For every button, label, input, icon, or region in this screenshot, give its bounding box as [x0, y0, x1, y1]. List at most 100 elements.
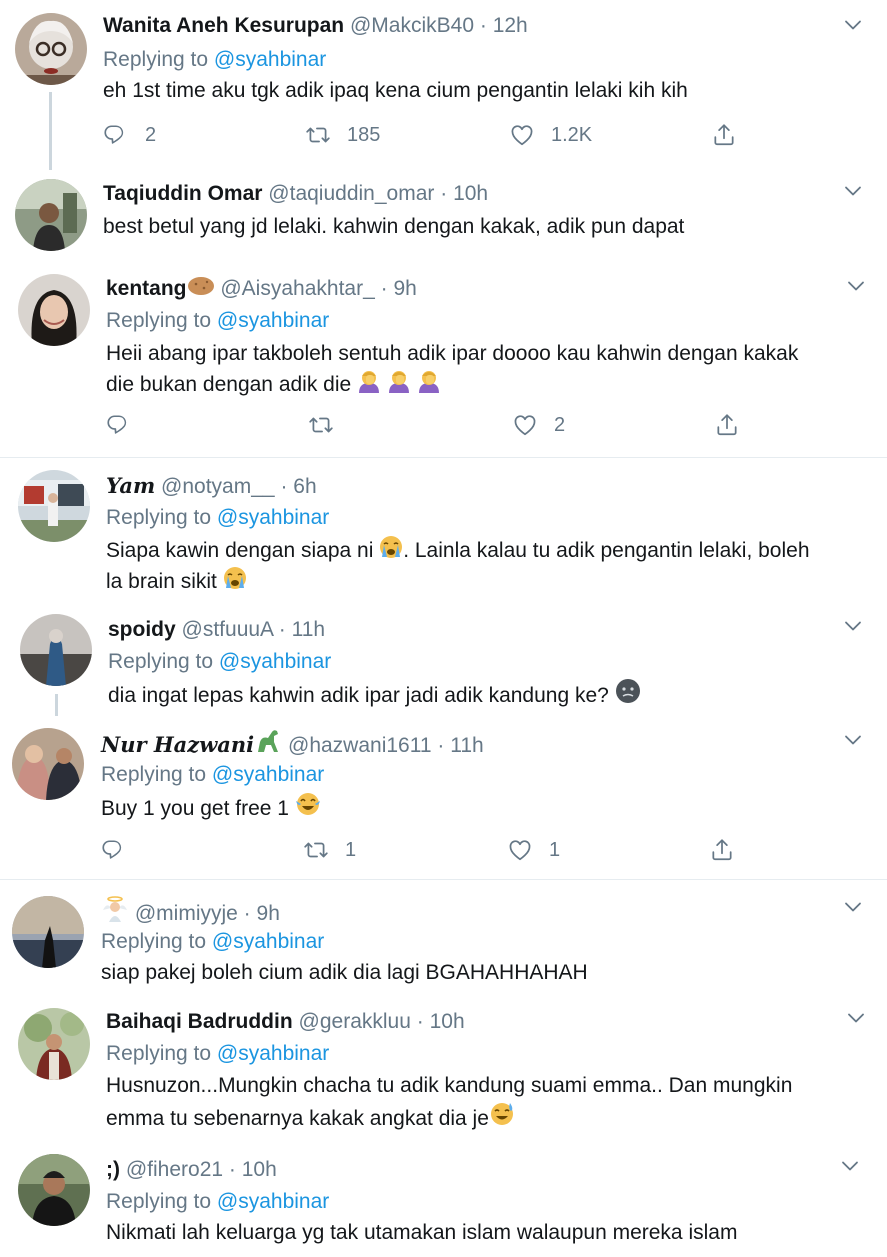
replying-to-label: Replying to: [106, 1042, 212, 1065]
display-name[interactable]: Nur Hazwani: [101, 732, 254, 757]
mention-link[interactable]: @syahbinar: [217, 1042, 329, 1065]
avatar[interactable]: [18, 470, 90, 542]
angel-emoji: [101, 896, 129, 926]
mention-link[interactable]: @syahbinar: [217, 309, 329, 332]
chevron-down-icon[interactable]: [841, 728, 865, 752]
reply-tweet[interactable]: Wanita Aneh Kesurupan @MakcikB40 · 12h R…: [0, 0, 887, 170]
timestamp[interactable]: 11h: [292, 618, 325, 641]
avatar[interactable]: [18, 1008, 90, 1080]
tweet-text: dia ingat lepas kahwin adik ipar jadi ad…: [108, 678, 641, 711]
reply-tweet[interactable]: ;) @fihero21 · 10h Replying to @syahbina…: [0, 1142, 887, 1257]
mention-link[interactable]: @syahbinar: [212, 763, 324, 786]
avatar-image-icon: [12, 728, 84, 800]
share-button[interactable]: [714, 409, 740, 441]
avatar-image-icon: [18, 274, 90, 346]
chevron-down-icon[interactable]: [841, 179, 865, 203]
display-name[interactable]: Taqiuddin Omar: [103, 182, 262, 205]
avatar-image-icon: [12, 896, 84, 968]
chevron-down-icon[interactable]: [841, 13, 865, 37]
chevron-down-icon[interactable]: [841, 895, 865, 919]
reply-tweet[interactable]: kentang @Aisyahakhtar_ · 9h Replying to …: [0, 262, 887, 458]
avatar-image-icon: [15, 179, 87, 251]
tweet-text: Buy 1 you get free 1: [101, 791, 321, 824]
display-name[interactable]: ;): [106, 1158, 120, 1181]
avatar[interactable]: [18, 274, 90, 346]
reply-tweet[interactable]: spoidy @stfuuuA · 11h Replying to @syahb…: [0, 604, 887, 716]
replying-to: Replying to @syahbinar: [106, 1188, 329, 1216]
timestamp[interactable]: 6h: [293, 475, 316, 498]
tweet-text-line: die bukan dengan adik die: [106, 369, 866, 400]
reply-button[interactable]: 2: [103, 119, 156, 151]
display-name[interactable]: Baihaqi Badruddin: [106, 1010, 293, 1033]
retweet-button[interactable]: 1: [303, 834, 356, 866]
reply-tweet[interactable]: @mimiyyje · 9h Replying to @syahbinar si…: [0, 884, 887, 996]
avatar[interactable]: [18, 1154, 90, 1226]
reply-button[interactable]: [101, 834, 143, 866]
avatar[interactable]: [15, 179, 87, 251]
tweet-header: Nur Hazwani @hazwani1611 · 11h: [101, 728, 484, 760]
avatar[interactable]: [20, 614, 92, 686]
share-button[interactable]: [709, 834, 735, 866]
tweet-text-line: Siapa kawin dengan siapa ni . Lainla kal…: [106, 535, 866, 566]
username-handle[interactable]: @MakcikB40: [350, 14, 474, 37]
dinosaur-emoji: [254, 728, 282, 758]
timestamp[interactable]: 9h: [257, 902, 280, 925]
timestamp[interactable]: 10h: [453, 182, 488, 205]
chevron-down-icon[interactable]: [844, 1006, 868, 1030]
retweet-button[interactable]: 185: [305, 119, 380, 151]
username-handle[interactable]: @stfuuuA: [182, 618, 273, 641]
mention-link[interactable]: @syahbinar: [214, 48, 326, 71]
display-name[interactable]: spoidy: [108, 618, 176, 641]
avatar[interactable]: [15, 13, 87, 85]
chevron-down-icon[interactable]: [838, 1154, 862, 1178]
avatar[interactable]: [12, 728, 84, 800]
display-name[interactable]: Wanita Aneh Kesurupan: [103, 14, 344, 37]
mention-link[interactable]: @syahbinar: [217, 506, 329, 529]
username-handle[interactable]: @notyam__: [161, 475, 275, 498]
username-handle[interactable]: @fihero21: [126, 1158, 223, 1181]
avatar-image-icon: [20, 614, 92, 686]
username-handle[interactable]: @taqiuddin_omar: [268, 182, 434, 205]
chevron-down-icon[interactable]: [844, 274, 868, 298]
share-button[interactable]: [711, 119, 737, 151]
reply-tweet[interactable]: Baihaqi Badruddin @gerakkluu · 10h Reply…: [0, 996, 887, 1142]
retweet-icon: [303, 837, 329, 863]
separator-dot: ·: [380, 277, 388, 300]
username-handle[interactable]: @mimiyyje: [135, 902, 238, 925]
reply-tweet[interactable]: Taqiuddin Omar @taqiuddin_omar · 10h bes…: [0, 170, 887, 260]
timestamp[interactable]: 10h: [242, 1158, 277, 1181]
username-handle[interactable]: @gerakkluu: [299, 1010, 411, 1033]
reply-tweet[interactable]: Nur Hazwani @hazwani1611 · 11h Replying …: [0, 716, 887, 880]
reply-tweet[interactable]: Yam @notyam__ · 6h Replying to @syahbina…: [0, 458, 887, 604]
timestamp[interactable]: 10h: [430, 1010, 465, 1033]
tweet-text-part: die bukan dengan adik die: [106, 373, 352, 396]
reply-icon: [101, 837, 127, 863]
like-button[interactable]: 1.2K: [509, 119, 592, 151]
action-bar: 2 185 1.2K: [103, 119, 753, 151]
mention-link[interactable]: @syahbinar: [212, 930, 324, 953]
like-button[interactable]: 2: [512, 409, 565, 441]
sweat-smile-emoji: [489, 1101, 515, 1131]
display-name[interactable]: kentang: [106, 277, 187, 300]
timestamp[interactable]: 9h: [393, 277, 416, 300]
chevron-down-icon[interactable]: [841, 614, 865, 638]
reply-button[interactable]: [106, 409, 148, 441]
avatar[interactable]: [12, 896, 84, 968]
timestamp[interactable]: 11h: [450, 734, 483, 757]
mention-link[interactable]: @syahbinar: [219, 650, 331, 673]
retweet-button[interactable]: [308, 409, 350, 441]
username-handle[interactable]: @hazwani1611: [288, 734, 432, 757]
tweet-text: Siapa kawin dengan siapa ni . Lainla kal…: [106, 535, 866, 597]
tweet-text-part: Siapa kawin dengan siapa ni: [106, 539, 380, 562]
tweet-text-line: emma tu sebenarnya kakak angkat dia je: [106, 1101, 866, 1134]
like-button[interactable]: 1: [507, 834, 560, 866]
tweet-header: spoidy @stfuuuA · 11h: [108, 616, 325, 644]
replying-to: Replying to @syahbinar: [101, 761, 324, 789]
tweet-text-part: emma tu sebenarnya kakak angkat dia je: [106, 1107, 489, 1130]
display-name[interactable]: Yam: [106, 473, 155, 498]
retweet-count: 185: [347, 123, 381, 146]
mention-link[interactable]: @syahbinar: [217, 1190, 329, 1213]
username-handle[interactable]: @Aisyahakhtar_: [220, 277, 374, 300]
replying-to: Replying to @syahbinar: [106, 1040, 329, 1068]
timestamp[interactable]: 12h: [493, 14, 528, 37]
